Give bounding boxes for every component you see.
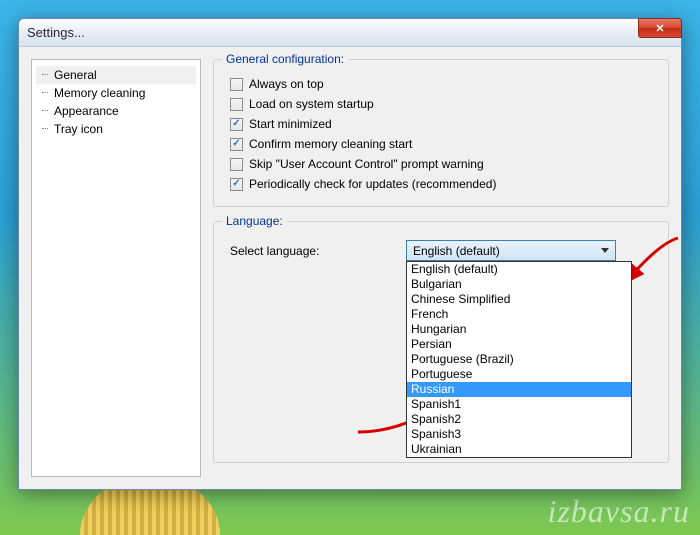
chevron-down-icon xyxy=(597,242,613,259)
language-dropdown-list: English (default)BulgarianChinese Simpli… xyxy=(406,261,632,458)
tree-item-appearance[interactable]: Appearance xyxy=(36,102,196,120)
language-option[interactable]: Hungarian xyxy=(407,322,631,337)
language-option[interactable]: Persian xyxy=(407,337,631,352)
tree-item-general[interactable]: General xyxy=(36,66,196,84)
option-label: Always on top xyxy=(249,77,324,91)
language-option[interactable]: English (default) xyxy=(407,262,631,277)
language-option[interactable]: Ukrainian xyxy=(407,442,631,457)
checkbox[interactable] xyxy=(230,138,243,151)
language-option[interactable]: Portuguese (Brazil) xyxy=(407,352,631,367)
option-label: Confirm memory cleaning start xyxy=(249,137,412,151)
watermark: izbavsa.ru xyxy=(548,493,690,530)
select-language-label: Select language: xyxy=(230,244,390,258)
content-panel: General configuration: Always on top Loa… xyxy=(213,59,669,477)
language-group: Language: Select language: English (defa… xyxy=(213,221,669,463)
titlebar[interactable]: Settings... ✕ xyxy=(19,19,681,47)
option-label: Start minimized xyxy=(249,117,332,131)
language-option[interactable]: Portuguese xyxy=(407,367,631,382)
option-start-minimized[interactable]: Start minimized xyxy=(226,114,656,134)
option-check-updates[interactable]: Periodically check for updates (recommen… xyxy=(226,174,656,194)
window-body: General Memory cleaning Appearance Tray … xyxy=(19,47,681,489)
language-option[interactable]: Spanish2 xyxy=(407,412,631,427)
language-option[interactable]: Russian xyxy=(407,382,631,397)
general-group-title: General configuration: xyxy=(222,52,348,66)
language-option[interactable]: Chinese Simplified xyxy=(407,292,631,307)
option-confirm-cleaning[interactable]: Confirm memory cleaning start xyxy=(226,134,656,154)
language-option[interactable]: Spanish3 xyxy=(407,427,631,442)
checkbox[interactable] xyxy=(230,78,243,91)
option-label: Skip "User Account Control" prompt warni… xyxy=(249,157,484,171)
combo-selected-value: English (default) xyxy=(413,244,500,258)
language-group-title: Language: xyxy=(222,214,287,228)
window-title: Settings... xyxy=(27,25,85,40)
checkbox[interactable] xyxy=(230,178,243,191)
option-always-on-top[interactable]: Always on top xyxy=(226,74,656,94)
general-config-group: General configuration: Always on top Loa… xyxy=(213,59,669,207)
option-label: Load on system startup xyxy=(249,97,374,111)
nav-tree: General Memory cleaning Appearance Tray … xyxy=(31,59,201,477)
option-skip-uac[interactable]: Skip "User Account Control" prompt warni… xyxy=(226,154,656,174)
checkbox[interactable] xyxy=(230,158,243,171)
tree-item-memory-cleaning[interactable]: Memory cleaning xyxy=(36,84,196,102)
checkbox[interactable] xyxy=(230,98,243,111)
option-label: Periodically check for updates (recommen… xyxy=(249,177,496,191)
option-load-on-startup[interactable]: Load on system startup xyxy=(226,94,656,114)
language-option[interactable]: Bulgarian xyxy=(407,277,631,292)
tree-item-tray-icon[interactable]: Tray icon xyxy=(36,120,196,138)
settings-window: Settings... ✕ General Memory cleaning Ap… xyxy=(18,18,682,490)
close-button[interactable]: ✕ xyxy=(638,18,682,38)
language-combobox[interactable]: English (default) English (default)Bulga… xyxy=(406,240,616,261)
close-icon: ✕ xyxy=(655,22,664,35)
language-option[interactable]: French xyxy=(407,307,631,322)
checkbox[interactable] xyxy=(230,118,243,131)
language-option[interactable]: Spanish1 xyxy=(407,397,631,412)
